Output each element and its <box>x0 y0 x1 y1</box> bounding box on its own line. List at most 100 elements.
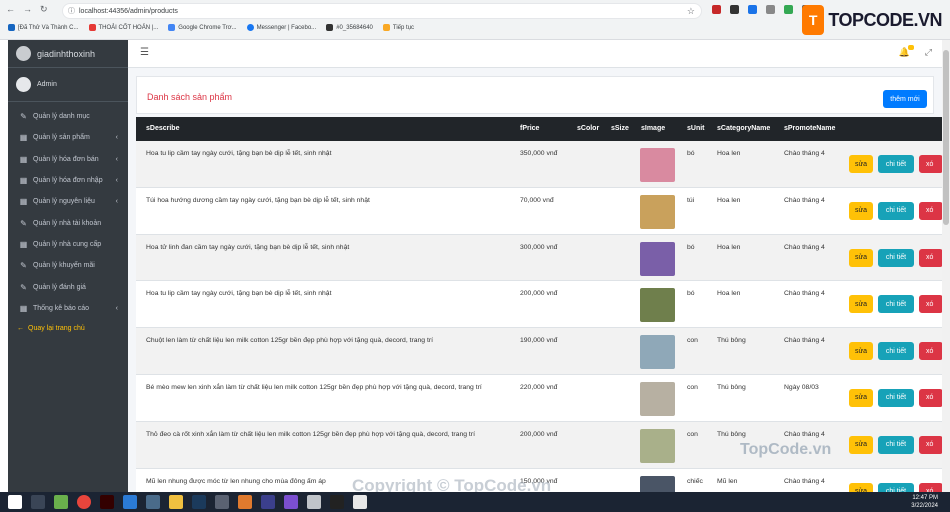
column-header[interactable]: sPromoteName <box>784 125 835 132</box>
detail-button[interactable]: chi tiết <box>878 342 914 361</box>
extension-icon[interactable] <box>730 5 739 14</box>
delete-button[interactable]: xó <box>919 155 942 173</box>
forward-arrow-icon[interactable]: → <box>23 4 32 15</box>
taskbar-app-icon[interactable] <box>261 495 275 509</box>
extension-icon[interactable] <box>712 5 721 14</box>
detail-button[interactable]: chi tiết <box>878 248 914 267</box>
detail-button[interactable]: chi tiết <box>878 482 914 492</box>
edit-button[interactable]: sửa <box>849 295 873 314</box>
cell-unit: bó <box>687 290 695 298</box>
detail-button[interactable]: chi tiết <box>878 201 914 220</box>
windows-taskbar: 12:47 PM 3/22/2024 <box>0 492 950 512</box>
edit-button[interactable]: sửa <box>849 248 873 267</box>
cell-describe: Bé mèo mew len xinh xắn làm từ chất liệu… <box>146 383 482 391</box>
delete-button[interactable]: xó <box>919 482 942 492</box>
vscode-icon[interactable] <box>123 495 137 509</box>
cell-category: Hoa len <box>717 290 741 298</box>
extension-icon[interactable] <box>766 5 775 14</box>
column-header[interactable]: sCategoryName <box>717 125 770 132</box>
taskbar-app-icon[interactable] <box>215 495 229 509</box>
back-arrow-icon[interactable]: ← <box>6 4 15 15</box>
detail-button[interactable]: chi tiết <box>878 435 914 454</box>
bookmark-item[interactable]: [Đã Thử Và Thành C... <box>8 24 79 31</box>
sidebar-item-reports[interactable]: ▦ Thống kê báo cáo ‹ <box>8 298 128 319</box>
fullscreen-icon[interactable]: ⤢ <box>925 47 932 58</box>
sidebar-item-materials[interactable]: ▦ Quản lý nguyên liệu ‹ <box>8 191 128 212</box>
sidebar-item-products[interactable]: ▦ Quản lý sản phẩm ‹ <box>8 127 128 148</box>
bookmark-favicon-icon <box>326 24 334 31</box>
sidebar-user[interactable]: Admin <box>8 68 128 102</box>
visual-studio-icon[interactable] <box>284 495 298 509</box>
sidebar-item-categories[interactable]: ✎ Quản lý danh mục <box>8 106 128 127</box>
bookmark-item[interactable]: Tiếp tục <box>382 24 414 31</box>
delete-button[interactable]: xó <box>919 201 942 220</box>
sidebar-item-accounts[interactable]: ✎ Quản lý nhà tài khoản <box>8 212 128 233</box>
column-header[interactable]: sDescribe <box>146 125 179 132</box>
detail-button[interactable]: chi tiết <box>878 295 914 314</box>
sidebar-item-promotions[interactable]: ✎ Quản lý khuyến mãi <box>8 255 128 276</box>
delete-button[interactable]: xó <box>919 435 942 454</box>
taskbar-app-icon[interactable] <box>146 495 160 509</box>
windows-start-icon[interactable] <box>8 495 22 509</box>
taskbar-app-icon[interactable] <box>238 495 252 509</box>
delete-button[interactable]: xó <box>919 295 942 314</box>
notification-bell-icon[interactable]: 🔔 <box>899 45 914 58</box>
photoshop-icon[interactable] <box>192 495 206 509</box>
table-row: Chuột len làm từ chất liệu len milk cott… <box>136 328 942 375</box>
detail-button[interactable]: chi tiết <box>878 155 914 173</box>
address-bar[interactable]: ⓘ localhost:44356/admin/products ☆ <box>62 3 702 19</box>
extension-icon[interactable] <box>748 5 757 14</box>
sidebar-brand[interactable]: giadinhthoxinh <box>8 40 128 68</box>
cell-describe: Chuột len làm từ chất liệu len milk cott… <box>146 337 434 345</box>
bookmark-item[interactable]: THOẢI CỐT HOẢN |... <box>88 24 158 31</box>
illustrator-icon[interactable] <box>100 495 114 509</box>
cell-unit: túi <box>687 196 695 204</box>
column-header[interactable]: sImage <box>641 125 665 132</box>
delete-button[interactable]: xó <box>919 248 942 267</box>
extensions-bar <box>712 5 811 14</box>
add-product-button[interactable]: thêm mới <box>883 90 927 108</box>
cell-category: Mũ len <box>717 477 738 485</box>
browser-toolbar: ← → ↻ ⓘ localhost:44356/admin/products ☆… <box>0 0 950 40</box>
edit-button[interactable]: sửa <box>849 155 873 173</box>
detail-button[interactable]: chi tiết <box>878 388 914 407</box>
chrome-icon[interactable] <box>77 495 91 509</box>
sidebar-item-reviews[interactable]: ✎ Quản lý đánh giá <box>8 276 128 297</box>
delete-button[interactable]: xó <box>919 388 942 407</box>
site-info-icon[interactable]: ⓘ <box>68 4 75 19</box>
page-scrollbar[interactable] <box>942 40 950 492</box>
sidebar-item-sales-invoices[interactable]: ▦ Quản lý hóa đơn bán ‹ <box>8 149 128 170</box>
cell-unit: con <box>687 337 698 345</box>
taskbar-app-icon[interactable] <box>353 495 367 509</box>
edit-button[interactable]: sửa <box>849 201 873 220</box>
column-header[interactable]: sUnit <box>687 125 705 132</box>
bookmark-star-icon[interactable]: ☆ <box>687 4 695 19</box>
taskbar-app-icon[interactable] <box>54 495 68 509</box>
taskbar-app-icon[interactable] <box>330 495 344 509</box>
bookmark-item[interactable]: #0_35684640 <box>326 24 373 31</box>
edit-button[interactable]: sửa <box>849 435 873 454</box>
column-header[interactable]: sColor <box>577 125 599 132</box>
cell-unit: bó <box>687 150 695 157</box>
column-header[interactable]: fPrice <box>520 125 539 132</box>
file-explorer-icon[interactable] <box>169 495 183 509</box>
bookmark-item[interactable]: Google Chrome Trơ... <box>168 24 237 31</box>
sidebar-item-purchase-invoices[interactable]: ▦ Quản lý hóa đơn nhập ‹ <box>8 170 128 191</box>
system-clock[interactable]: 12:47 PM 3/22/2024 <box>911 494 938 510</box>
main-content: Danh sách sản phẩm thêm mới sDescribe fP… <box>128 68 942 492</box>
sidebar-item-suppliers[interactable]: ▦ Quản lý nhà cung cấp <box>8 234 128 255</box>
edit-button[interactable]: sửa <box>849 482 873 492</box>
edit-button[interactable]: sửa <box>849 342 873 361</box>
menu-toggle-icon[interactable]: ☰ <box>140 47 149 58</box>
edit-button[interactable]: sửa <box>849 388 873 407</box>
column-header[interactable]: sSize <box>611 125 629 132</box>
extension-icon[interactable] <box>784 5 793 14</box>
back-to-home-link[interactable]: ← Quay lại trang chủ <box>8 319 128 339</box>
bookmark-item[interactable]: Messenger | Facebo... <box>246 24 316 31</box>
reload-icon[interactable]: ↻ <box>40 4 48 15</box>
delete-button[interactable]: xó <box>919 342 942 361</box>
taskbar-app-icon[interactable] <box>307 495 321 509</box>
search-icon[interactable] <box>31 495 45 509</box>
scrollbar-thumb[interactable] <box>943 50 949 225</box>
brand-name: giadinhthoxinh <box>37 48 96 59</box>
